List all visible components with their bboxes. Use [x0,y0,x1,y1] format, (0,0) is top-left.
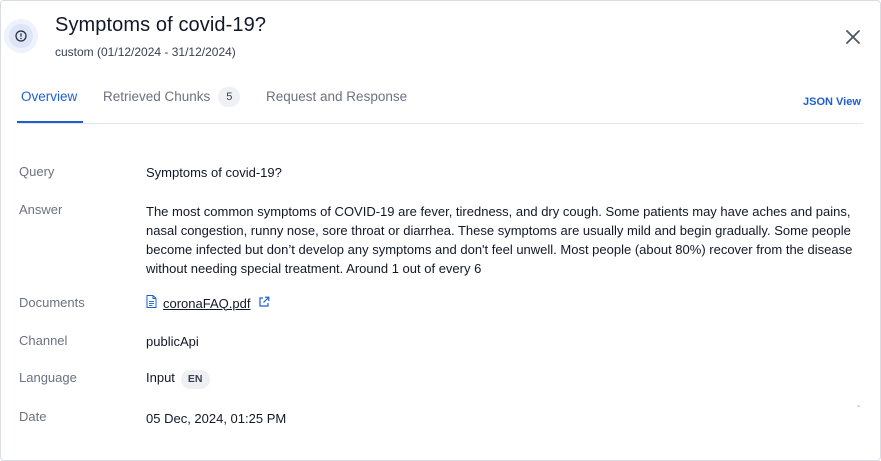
query-label: Query [19,164,55,179]
documents-label: Documents [19,295,85,310]
document-link[interactable]: coronaFAQ.pdf [163,296,250,311]
count-badge: 5 [218,87,241,107]
page-title: Symptoms of covid-19? [55,14,267,36]
tab-label: Retrieved Chunks [103,89,211,104]
document-item: coronaFAQ.pdf [146,295,270,311]
date-range-subtitle: custom (01/12/2024 - 31/12/2024) [55,45,236,59]
language-code-badge: EN [180,370,210,389]
channel-value: publicApi [146,334,199,349]
info-circle-icon [4,19,38,53]
scroll-tick-mark: ` [857,405,861,416]
tab-request-and-response[interactable]: Request and Response [266,79,407,121]
language-label: Language [19,370,77,385]
answer-label: Answer [19,202,63,217]
json-view-link[interactable]: JSON View [803,96,861,108]
tab-label: Overview [21,89,78,104]
details-panel: Symptoms of covid-19? custom (01/12/2024… [0,0,881,461]
date-label: Date [19,409,47,424]
answer-value: The most common symptoms of COVID-19 are… [146,204,853,276]
tab-label: Request and Response [266,89,408,104]
language-input-text: Input [146,370,175,385]
query-value: Symptoms of covid-19? [146,165,282,180]
channel-label: Channel [19,333,68,348]
external-link-icon[interactable] [258,296,270,311]
language-value: Input EN [146,370,210,389]
tab-retrieved-chunks[interactable]: Retrieved Chunks 5 [103,79,241,121]
tab-overview[interactable]: Overview [17,79,83,123]
tab-bar: Overview Retrieved Chunks 5 Request and … [17,79,863,124]
close-icon[interactable] [843,27,863,47]
document-icon [146,295,157,311]
date-value: 05 Dec, 2024, 01:25 PM [146,411,287,426]
